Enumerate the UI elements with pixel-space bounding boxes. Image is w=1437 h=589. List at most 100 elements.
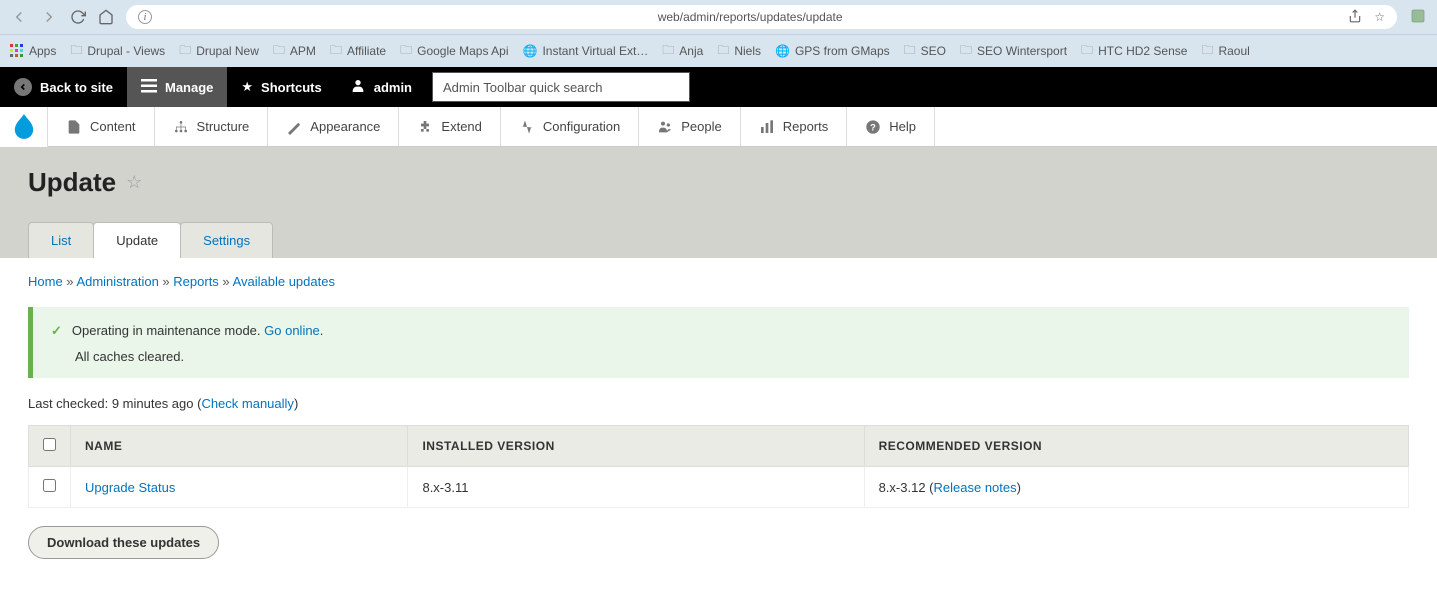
update-table: NAME INSTALLED VERSION RECOMMENDED VERSI… <box>28 425 1409 508</box>
crumb-reports[interactable]: Reports <box>173 274 219 289</box>
bookmark-label: HTC HD2 Sense <box>1098 44 1187 58</box>
menu-extend[interactable]: Extend <box>399 107 500 146</box>
menu-people[interactable]: People <box>639 107 740 146</box>
recommended-version: 8.x-3.12 (Release notes) <box>864 467 1408 508</box>
bookmark-item[interactable]: 🗀 Anja <box>662 41 703 62</box>
bookmark-label: SEO Wintersport <box>977 44 1067 58</box>
folder-icon: 🗀 <box>662 41 674 62</box>
crumb-admin[interactable]: Administration <box>76 274 158 289</box>
bookmarks-bar: Apps 🗀Drupal - Views 🗀Drupal New 🗀APM 🗀 A… <box>0 35 1437 67</box>
folder-icon: 🗀 <box>179 41 191 62</box>
bookmark-item[interactable]: 🗀Drupal New <box>179 41 259 62</box>
bookmark-item[interactable]: 🗀SEO <box>904 41 946 62</box>
search-placeholder: Admin Toolbar quick search <box>443 80 602 95</box>
url-bar[interactable]: i web/admin/reports/updates/update ☆ <box>126 5 1397 29</box>
module-name-link[interactable]: Upgrade Status <box>85 480 175 495</box>
browser-chrome: i web/admin/reports/updates/update ☆ <box>0 0 1437 35</box>
bookmark-label: GPS from GMaps <box>795 44 890 58</box>
toolbar-label: Back to site <box>40 80 113 95</box>
menu-label: Reports <box>783 119 829 134</box>
bookmark-item[interactable]: 🌐 Instant Virtual Ext… <box>523 44 649 58</box>
row-checkbox[interactable] <box>43 479 56 492</box>
folder-icon: 🗀 <box>330 41 342 62</box>
bookmark-label: Affiliate <box>347 44 386 58</box>
breadcrumb: Home » Administration » Reports » Availa… <box>28 274 1409 289</box>
bookmark-label: Apps <box>29 44 56 58</box>
apps-icon <box>10 44 24 58</box>
checked-prefix: Last checked: 9 minutes ago ( <box>28 396 201 411</box>
status-text: Operating in maintenance mode. Go online… <box>72 323 324 338</box>
check-manually-link[interactable]: Check manually <box>201 396 294 411</box>
bookmark-item[interactable]: 🗀HTC HD2 Sense <box>1081 41 1187 62</box>
go-online-link[interactable]: Go online <box>264 323 320 338</box>
bookmark-item[interactable]: 🗀 Google Maps Api <box>400 41 508 62</box>
menu-appearance[interactable]: Appearance <box>268 107 399 146</box>
folder-icon: 🗀 <box>960 41 972 62</box>
menu-structure[interactable]: Structure <box>155 107 269 146</box>
shortcuts-button[interactable]: ★ Shortcuts <box>227 67 335 107</box>
favorite-star-icon[interactable]: ☆ <box>126 172 142 193</box>
manage-button[interactable]: Manage <box>127 67 227 107</box>
menu-reports[interactable]: Reports <box>741 107 848 146</box>
folder-icon: 🗀 <box>70 41 82 62</box>
bookmark-label: Instant Virtual Ext… <box>542 44 648 58</box>
forward-icon[interactable] <box>40 8 58 26</box>
toolbar-label: Manage <box>165 80 213 95</box>
toolbar-search-input[interactable]: Admin Toolbar quick search <box>432 72 690 102</box>
bookmark-label: Anja <box>679 44 703 58</box>
admin-menu: Content Structure Appearance Extend Conf… <box>0 107 1437 147</box>
menu-help[interactable]: ?Help <box>847 107 935 146</box>
release-notes-link[interactable]: Release notes <box>934 480 1017 495</box>
folder-icon: 🗀 <box>717 41 729 62</box>
share-icon[interactable] <box>1348 9 1362 26</box>
tab-list[interactable]: List <box>28 222 94 258</box>
menu-label: Configuration <box>543 119 620 134</box>
drupal-logo-icon[interactable] <box>0 107 48 147</box>
reload-icon[interactable] <box>70 9 86 25</box>
tab-update[interactable]: Update <box>93 222 181 258</box>
bookmark-item[interactable]: 🗀Drupal - Views <box>70 41 165 62</box>
status-text-part: . <box>320 323 324 338</box>
bookmark-item[interactable]: 🗀 SEO Wintersport <box>960 41 1067 62</box>
menu-label: Appearance <box>310 119 380 134</box>
folder-icon: 🗀 <box>1201 41 1213 62</box>
user-button[interactable]: admin <box>336 67 426 107</box>
menu-label: Structure <box>197 119 250 134</box>
bookmark-label: Niels <box>734 44 761 58</box>
bookmark-item[interactable]: 🗀 Raoul <box>1201 41 1249 62</box>
bookmark-label: Raoul <box>1218 44 1249 58</box>
back-icon[interactable] <box>10 8 28 26</box>
back-to-site-button[interactable]: Back to site <box>0 67 127 107</box>
menu-configuration[interactable]: Configuration <box>501 107 639 146</box>
col-name: NAME <box>71 426 408 467</box>
bookmark-item[interactable]: 🗀 Niels <box>717 41 761 62</box>
bookmark-apps[interactable]: Apps <box>10 44 56 58</box>
checked-suffix: ) <box>294 396 298 411</box>
bookmark-item[interactable]: 🗀APM <box>273 41 316 62</box>
bookmark-item[interactable]: 🌐GPS from GMaps <box>775 44 890 58</box>
star-icon[interactable]: ☆ <box>1374 10 1385 24</box>
status-message: ✓ Operating in maintenance mode. Go onli… <box>28 307 1409 378</box>
star-icon: ★ <box>241 79 253 95</box>
folder-icon: 🗀 <box>400 41 412 62</box>
menu-content[interactable]: Content <box>48 107 155 146</box>
status-text-part: Operating in maintenance mode. <box>72 323 264 338</box>
folder-icon: 🗀 <box>273 41 285 62</box>
drupal-toolbar: Back to site Manage ★ Shortcuts admin Ad… <box>0 67 1437 107</box>
menu-label: People <box>681 119 721 134</box>
extension-icon[interactable] <box>1409 7 1427 28</box>
bookmark-label: Google Maps Api <box>417 44 508 58</box>
globe-icon: 🌐 <box>523 44 538 58</box>
tabs: List Update Settings <box>28 222 1409 258</box>
menu-label: Content <box>90 119 136 134</box>
col-recommended: RECOMMENDED VERSION <box>864 426 1408 467</box>
select-all-checkbox[interactable] <box>43 438 56 451</box>
crumb-updates[interactable]: Available updates <box>233 274 335 289</box>
tab-settings[interactable]: Settings <box>180 222 273 258</box>
download-updates-button[interactable]: Download these updates <box>28 526 219 559</box>
page-title: Update <box>28 167 116 198</box>
crumb-home[interactable]: Home <box>28 274 63 289</box>
rec-version-text: 8.x-3.12 <box>879 480 926 495</box>
home-icon[interactable] <box>98 9 114 25</box>
bookmark-item[interactable]: 🗀 Affiliate <box>330 41 386 62</box>
